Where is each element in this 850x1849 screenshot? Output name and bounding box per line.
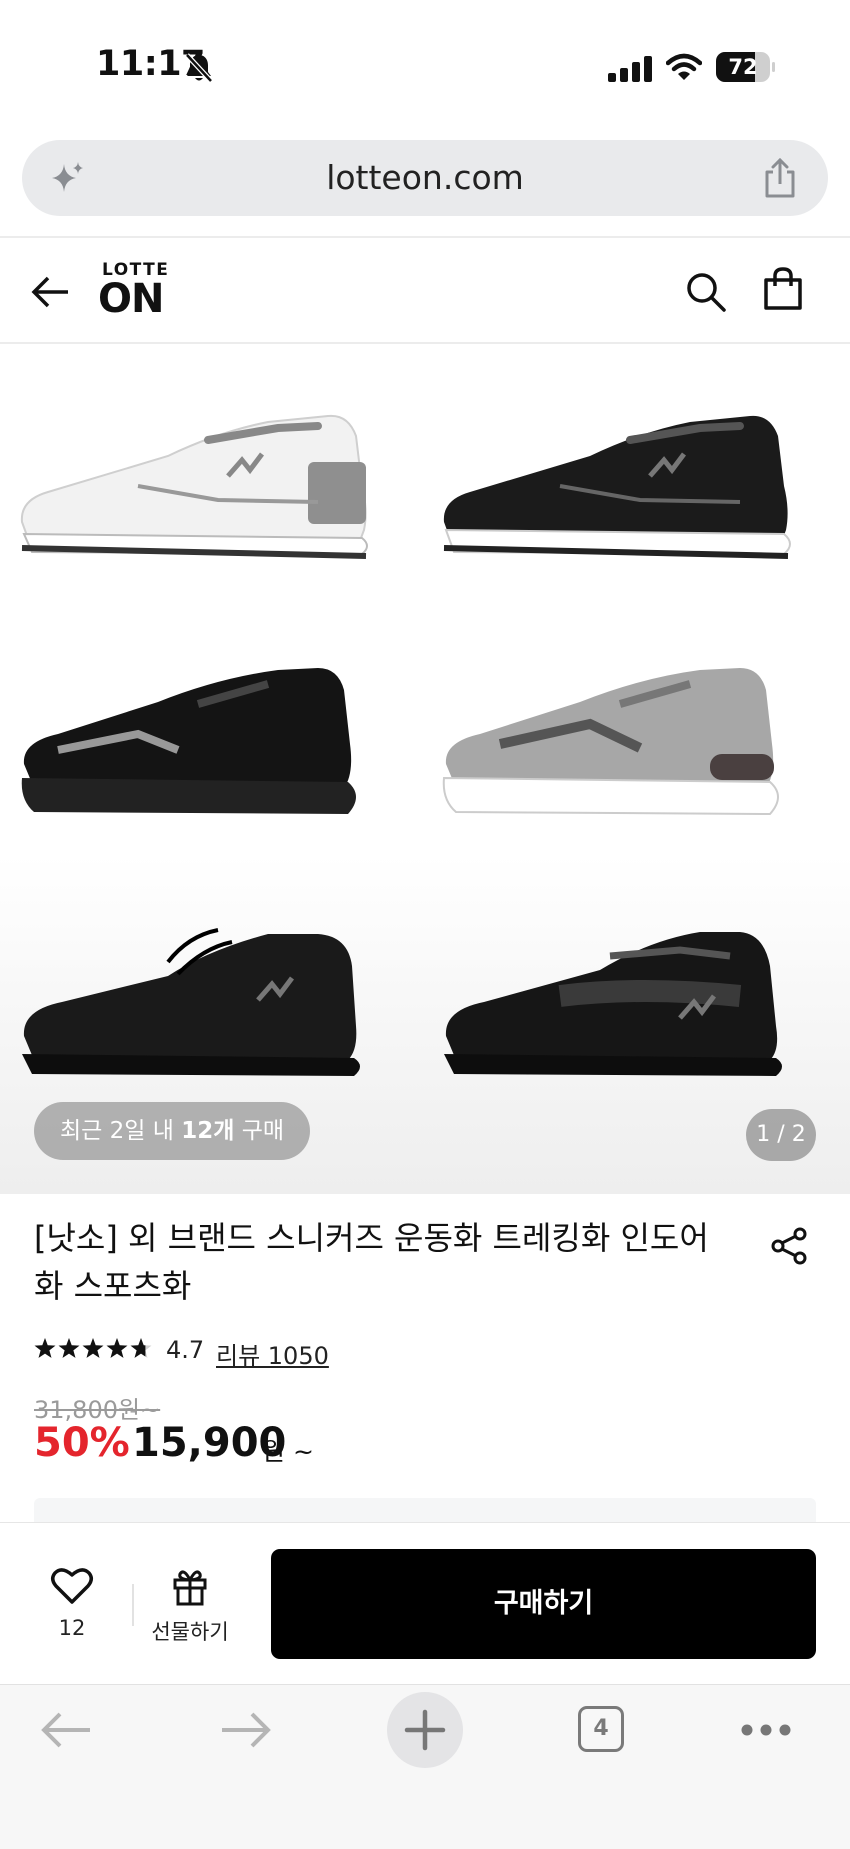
recent-suffix: 구매 bbox=[234, 1118, 285, 1144]
more-options-icon[interactable] bbox=[740, 1722, 792, 1741]
shopping-bag-icon[interactable] bbox=[760, 266, 806, 316]
shoe-image-grey-chunky[interactable] bbox=[440, 664, 830, 824]
plus-icon bbox=[404, 1709, 446, 1751]
search-icon[interactable] bbox=[684, 270, 728, 318]
rating-value: 4.7 bbox=[166, 1336, 205, 1364]
browser-forward-icon[interactable] bbox=[218, 1710, 272, 1754]
share-icon[interactable] bbox=[770, 1226, 810, 1270]
share-icon[interactable] bbox=[760, 156, 800, 204]
buy-button[interactable]: 구매하기 bbox=[271, 1549, 816, 1659]
image-counter: 1 / 2 bbox=[746, 1109, 816, 1161]
star-icon bbox=[106, 1338, 128, 1358]
sale-price-unit: 원 ~ bbox=[262, 1437, 314, 1466]
shoe-image-black[interactable] bbox=[440, 406, 830, 566]
product-title: [낫소] 외 브랜드 스니커즈 운동화 트레킹화 인도어화 스포츠화 bbox=[34, 1219, 709, 1305]
cellular-signal-icon bbox=[608, 56, 652, 86]
heart-icon[interactable] bbox=[50, 1566, 94, 1610]
logo-on[interactable]: ON bbox=[98, 276, 164, 322]
gift-button-label[interactable]: 선물하기 bbox=[144, 1616, 236, 1646]
gift-icon[interactable] bbox=[172, 1566, 208, 1610]
shoe-image-black-chunky[interactable] bbox=[18, 664, 408, 824]
recent-prefix: 최근 2일 내 bbox=[60, 1118, 182, 1144]
star-icon bbox=[34, 1338, 56, 1358]
product-image-gallery[interactable] bbox=[0, 346, 850, 1194]
rating-stars bbox=[34, 1336, 158, 1366]
like-count: 12 bbox=[58, 1616, 86, 1640]
shoe-image-black-knit[interactable] bbox=[440, 926, 830, 1086]
url-text[interactable]: lotteon.com bbox=[22, 140, 828, 216]
divider bbox=[132, 1584, 134, 1626]
divider bbox=[0, 342, 850, 344]
star-icon bbox=[82, 1338, 104, 1358]
discount-rate: 50% bbox=[34, 1420, 130, 1466]
bell-slash-icon bbox=[184, 52, 214, 88]
address-bar[interactable]: lotteon.com bbox=[22, 140, 828, 216]
review-link[interactable]: 리뷰 1050 bbox=[216, 1336, 329, 1371]
browser-back-icon[interactable] bbox=[40, 1710, 94, 1754]
battery-indicator: 72 bbox=[716, 52, 775, 82]
shoe-image-white[interactable] bbox=[18, 406, 408, 566]
shoe-image-black-leather[interactable] bbox=[18, 926, 408, 1086]
recent-count: 12개 bbox=[181, 1118, 235, 1144]
wifi-icon bbox=[665, 52, 703, 86]
sparkle-icon[interactable] bbox=[46, 158, 88, 204]
divider bbox=[0, 236, 850, 238]
tabs-count-button[interactable]: 4 bbox=[578, 1706, 624, 1752]
next-section-card bbox=[34, 1498, 816, 1522]
battery-level: 72 bbox=[728, 55, 758, 79]
new-tab-button[interactable] bbox=[387, 1692, 463, 1768]
recent-purchase-badge: 최근 2일 내 12개 구매 bbox=[34, 1102, 311, 1160]
star-icon bbox=[58, 1338, 80, 1358]
back-arrow-icon[interactable] bbox=[28, 270, 72, 318]
